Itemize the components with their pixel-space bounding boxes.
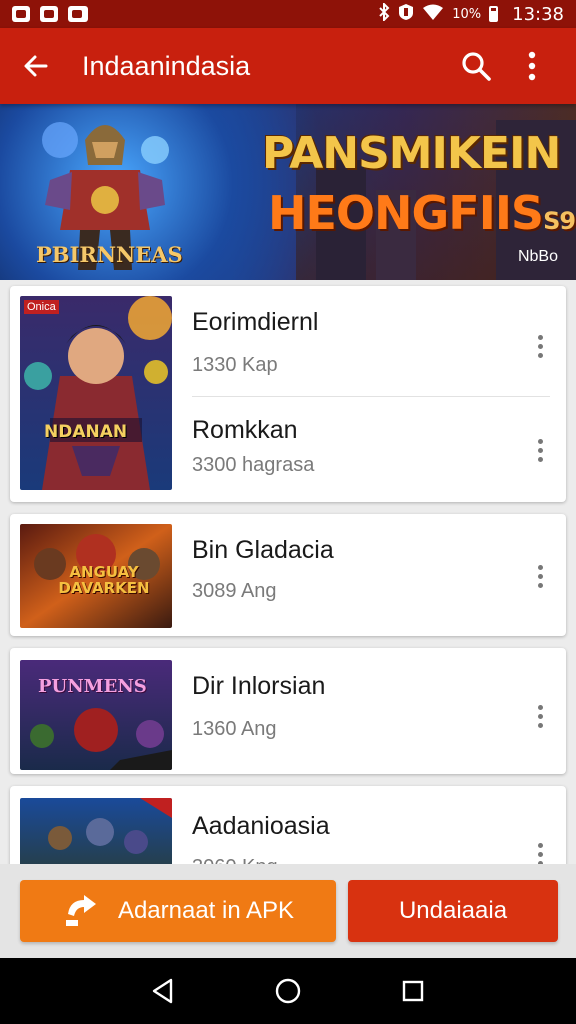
banner-subtitle-suffix: S9 xyxy=(543,207,576,235)
nav-back-icon xyxy=(152,978,172,1004)
vibrate-icon xyxy=(398,3,414,25)
item-meta: 3089 Ang xyxy=(192,580,277,602)
item-title: Dir Inlorsian xyxy=(192,672,326,700)
notification-icons xyxy=(12,6,88,22)
item-meta: 3060 Kng xyxy=(192,856,278,864)
banner-subtitle-text: HEONGFIIS xyxy=(268,186,544,240)
banner-title: PANSMIKEIN xyxy=(262,128,561,179)
arrow-left-icon xyxy=(24,55,48,77)
battery-text: 10% xyxy=(452,6,482,22)
search-button[interactable] xyxy=(448,42,504,90)
item-thumbnail[interactable] xyxy=(20,798,172,864)
item-meta: 1360 Ang xyxy=(192,718,277,740)
banner-subtitle: HEONGFIISS9 xyxy=(268,190,576,236)
item-more-button[interactable] xyxy=(528,834,552,864)
android-notification-icon xyxy=(68,6,88,22)
list-card[interactable]: ANGUAY DAVARKEN Bin Gladacia 3089 Ang xyxy=(10,514,566,636)
item-title: Romkkan xyxy=(192,416,298,444)
hero-banner[interactable]: PANSMIKEIN HEONGFIISS9 PBIRNNEAS NbBo xyxy=(0,104,576,280)
item-meta: 1330 Kap xyxy=(192,354,278,376)
item-more-button[interactable] xyxy=(528,696,552,736)
back-button[interactable] xyxy=(16,46,56,86)
refresh-arrow-icon xyxy=(65,895,96,926)
secondary-action-button[interactable]: Undaiaaia xyxy=(348,880,558,942)
nav-back-button[interactable] xyxy=(139,967,187,1015)
thumbnail-caption: PUNMENS xyxy=(38,676,147,697)
download-apk-button[interactable]: Adarnaat in APK xyxy=(20,880,336,942)
bottom-action-bar: Adarnaat in APK Undaiaaia xyxy=(0,864,576,958)
item-title: Bin Gladacia xyxy=(192,536,334,564)
status-bar: 10% 13:38 xyxy=(0,0,576,28)
list-item[interactable]: Eorimdiernl 1330 Kap xyxy=(10,286,566,394)
nav-recents-button[interactable] xyxy=(389,967,437,1015)
more-vertical-icon xyxy=(528,51,536,81)
system-navigation-bar xyxy=(0,958,576,1024)
download-apk-label: Adarnaat in APK xyxy=(117,897,295,924)
thumbnail-caption: ANGUAY DAVARKEN xyxy=(58,563,150,597)
battery-icon xyxy=(489,6,499,22)
app-bar: Indaanindasia xyxy=(0,28,576,104)
list-card: Onica NDANAN Eorimdiernl 1330 Kap Romkka… xyxy=(10,286,566,502)
item-more-button[interactable] xyxy=(528,430,552,470)
list-item[interactable]: Romkkan 3300 hagrasa xyxy=(10,394,566,502)
item-more-button[interactable] xyxy=(528,326,552,366)
search-icon xyxy=(462,52,491,81)
banner-logo: PBIRNNEAS xyxy=(36,242,183,267)
item-title: Eorimdiernl xyxy=(192,308,319,336)
wifi-icon xyxy=(422,4,444,24)
item-more-button[interactable] xyxy=(528,556,552,596)
list-card[interactable]: Aadanioasia 3060 Kng xyxy=(10,786,566,864)
list-card[interactable]: PUNMENS Dir Inlorsian 1360 Ang xyxy=(10,648,566,774)
nav-home-icon xyxy=(275,978,301,1004)
nav-home-button[interactable] xyxy=(264,967,312,1015)
clock: 13:38 xyxy=(512,3,564,25)
app-list: Onica NDANAN Eorimdiernl 1330 Kap Romkka… xyxy=(0,280,576,864)
overflow-menu-button[interactable] xyxy=(504,42,560,90)
item-meta: 3300 hagrasa xyxy=(192,454,315,476)
nav-recents-icon xyxy=(403,980,424,1002)
page-title: Indaanindasia xyxy=(82,50,251,81)
message-notification-icon xyxy=(40,6,58,22)
photo-notification-icon xyxy=(12,6,30,22)
item-title: Aadanioasia xyxy=(192,812,330,840)
banner-tag: NbBo xyxy=(517,248,558,265)
bluetooth-icon xyxy=(378,1,390,25)
system-icons: 10% 13:38 xyxy=(378,1,564,25)
